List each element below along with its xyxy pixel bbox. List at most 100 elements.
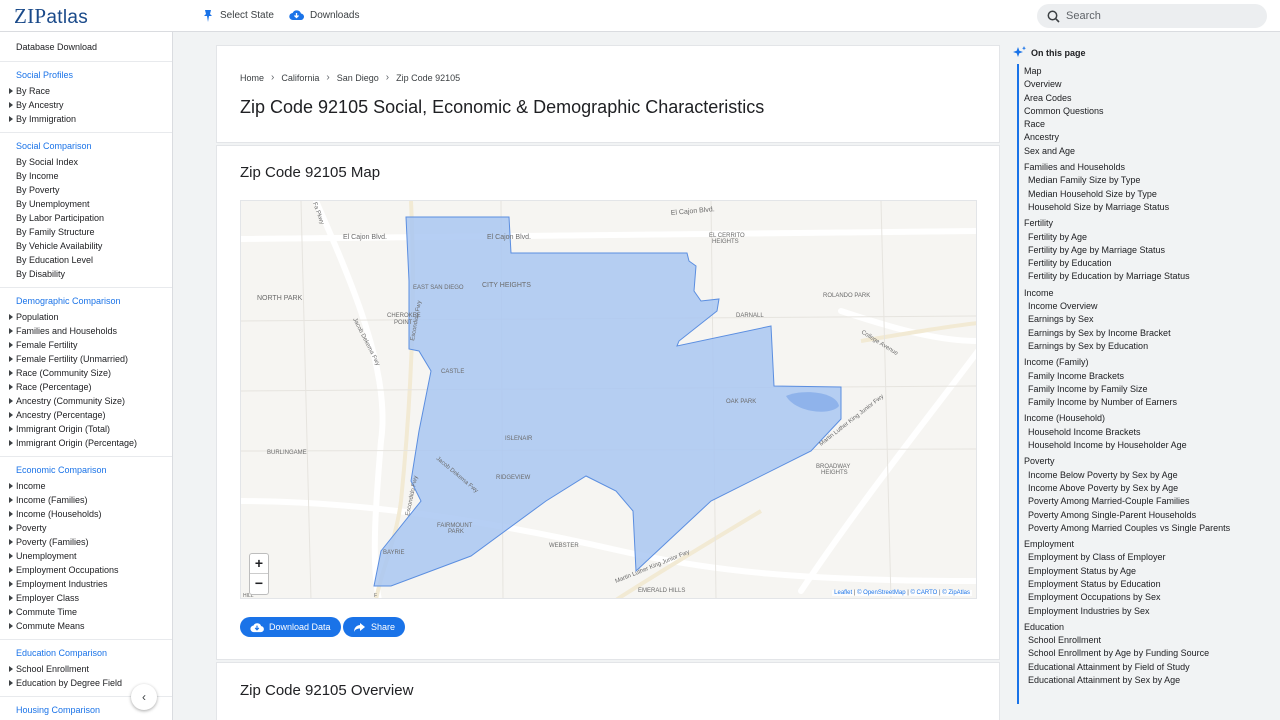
toc-item[interactable]: Sex and Age [1024,145,1274,158]
sidebar-item[interactable]: By Labor Participation [0,211,172,225]
sidebar-item[interactable]: Unemployment [0,549,172,563]
search-input[interactable] [1066,10,1246,22]
sidebar-item[interactable]: Race (Percentage) [0,380,172,394]
toc-item[interactable]: Poverty Among Married Couples vs Single … [1024,522,1274,535]
download-data-button[interactable]: Download Data [240,617,341,637]
toc-item[interactable]: Family Income by Number of Earners [1024,396,1274,409]
toc-item[interactable]: Employment [1024,538,1274,551]
zipatlas-logo[interactable]: ZIPatlas [14,4,88,29]
sidebar-item[interactable]: By Social Index [0,155,172,169]
toc-item[interactable]: Income Below Poverty by Sex by Age [1024,469,1274,482]
toc-item[interactable]: Earnings by Sex by Education [1024,340,1274,353]
toc-item[interactable]: Employment Status by Age [1024,565,1274,578]
sidebar-item[interactable]: School Enrollment [0,662,172,676]
sidebar-item[interactable]: By Race [0,84,172,98]
sidebar-item[interactable]: Income (Households) [0,507,172,521]
toc-item[interactable]: Race [1024,118,1274,131]
toc-item[interactable]: Educational Attainment by Sex by Age [1024,674,1274,687]
zoom-in-button[interactable]: + [250,554,268,574]
toc-item[interactable]: Family Income by Family Size [1024,383,1274,396]
sidebar-item[interactable]: Income [0,479,172,493]
sidebar-section-title[interactable]: Demographic Comparison [0,296,172,306]
zip-92105-boundary[interactable] [373,216,842,587]
toc-item[interactable]: Employment Industries by Sex [1024,605,1274,618]
sidebar-section-title[interactable]: Education Comparison [0,648,172,658]
sidebar-item[interactable]: By Immigration [0,112,172,126]
sidebar-item[interactable]: Female Fertility [0,338,172,352]
sidebar-section-title[interactable]: Social Comparison [0,141,172,151]
toc-item[interactable]: Income Overview [1024,300,1274,313]
toc-item[interactable]: School Enrollment by Age by Funding Sour… [1024,647,1274,660]
toc-item[interactable]: Fertility by Age by Marriage Status [1024,244,1274,257]
select-state-link[interactable]: Select State [202,9,274,22]
search-box[interactable] [1037,4,1267,28]
toc-item[interactable]: Earnings by Sex [1024,313,1274,326]
toc-item[interactable]: Education [1024,621,1274,634]
sidebar-item[interactable]: By Ancestry [0,98,172,112]
sidebar-item[interactable]: Immigrant Origin (Percentage) [0,436,172,450]
database-download-link[interactable]: Database Download [0,32,172,62]
toc-item[interactable]: Poverty Among Single-Parent Households [1024,509,1274,522]
sidebar-item[interactable]: By Poverty [0,183,172,197]
sidebar-item[interactable]: Poverty (Families) [0,535,172,549]
sidebar-item[interactable]: Race (Community Size) [0,366,172,380]
sidebar-item[interactable]: Income (Families) [0,493,172,507]
toc-item[interactable]: Employment Occupations by Sex [1024,591,1274,604]
toc-item[interactable]: Ancestry [1024,131,1274,144]
toc-item[interactable]: Poverty Among Married-Couple Families [1024,495,1274,508]
sidebar-item[interactable]: Ancestry (Community Size) [0,394,172,408]
breadcrumb-state[interactable]: California [281,73,319,83]
sidebar-section-title[interactable]: Social Profiles [0,70,172,80]
share-button[interactable]: Share [343,617,406,637]
toc-item[interactable]: School Enrollment [1024,634,1274,647]
toc-item[interactable]: Educational Attainment by Field of Study [1024,661,1274,674]
sidebar-item[interactable]: Population [0,310,172,324]
toc-item[interactable]: Area Codes [1024,92,1274,105]
toc-item[interactable]: Map [1024,65,1274,78]
toc-item[interactable]: Employment Status by Education [1024,578,1274,591]
toc-item[interactable]: Poverty [1024,455,1274,468]
leaflet-link[interactable]: Leaflet [834,590,852,596]
sidebar-item[interactable]: By Unemployment [0,197,172,211]
toc-item[interactable]: Employment by Class of Employer [1024,551,1274,564]
collapse-sidebar-button[interactable]: ‹ [131,684,157,710]
toc-item[interactable]: Common Questions [1024,105,1274,118]
toc-item[interactable]: Families and Households [1024,161,1274,174]
toc-item[interactable]: Fertility by Age [1024,231,1274,244]
toc-item[interactable]: Fertility by Education [1024,257,1274,270]
sidebar-item[interactable]: Commute Time [0,605,172,619]
osm-link[interactable]: © OpenStreetMap [857,590,905,596]
toc-item[interactable]: Household Size by Marriage Status [1024,201,1274,214]
downloads-link[interactable]: Downloads [289,9,359,21]
toc-item[interactable]: Median Family Size by Type [1024,174,1274,187]
toc-item[interactable]: Family Income Brackets [1024,370,1274,383]
toc-item[interactable]: Income (Household) [1024,412,1274,425]
sidebar-section-title[interactable]: Economic Comparison [0,465,172,475]
sidebar-item[interactable]: By Income [0,169,172,183]
toc-item[interactable]: Fertility by Education by Marriage Statu… [1024,270,1274,283]
sidebar-item[interactable]: Employer Class [0,591,172,605]
toc-item[interactable]: Income [1024,287,1274,300]
toc-item[interactable]: Median Household Size by Type [1024,188,1274,201]
sidebar-item[interactable]: By Family Structure [0,225,172,239]
sidebar-item[interactable]: Commute Means [0,619,172,633]
sidebar-item[interactable]: Female Fertility (Unmarried) [0,352,172,366]
toc-item[interactable]: Overview [1024,78,1274,91]
sidebar-item[interactable]: By Disability [0,267,172,281]
sidebar-item[interactable]: Employment Occupations [0,563,172,577]
breadcrumb-home[interactable]: Home [240,73,264,83]
sidebar-item[interactable]: Families and Households [0,324,172,338]
sidebar-item[interactable]: Employment Industries [0,577,172,591]
toc-item[interactable]: Income (Family) [1024,356,1274,369]
sidebar-item[interactable]: Ancestry (Percentage) [0,408,172,422]
toc-item[interactable]: Fertility [1024,217,1274,230]
toc-item[interactable]: Household Income Brackets [1024,426,1274,439]
zip-map[interactable]: El Cajon Blvd. El Cajon Blvd. El Cajon B… [240,200,977,599]
zoom-out-button[interactable]: − [250,574,268,594]
toc-item[interactable]: Household Income by Householder Age [1024,439,1274,452]
carto-link[interactable]: © CARTO [910,590,937,596]
toc-item[interactable]: Earnings by Sex by Income Bracket [1024,327,1274,340]
sidebar-item[interactable]: By Vehicle Availability [0,239,172,253]
sidebar-item[interactable]: By Education Level [0,253,172,267]
zipatlas-link[interactable]: © ZipAtlas [942,590,970,596]
